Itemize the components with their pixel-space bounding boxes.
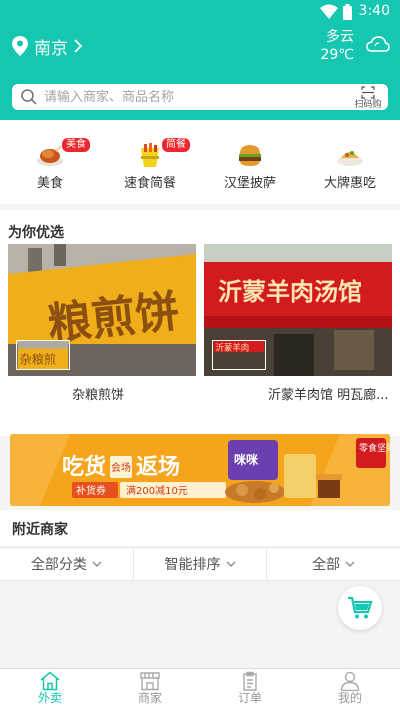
burger-icon: [239, 145, 261, 166]
order-clipboard-icon: [243, 671, 257, 691]
chevron-down-icon: [345, 561, 355, 567]
svg-text:杂粮煎: 杂粮煎: [20, 351, 56, 366]
banner-headline: 返场: [136, 455, 180, 480]
city-name: 南京: [34, 38, 68, 59]
fast-food-bag-icon: [141, 143, 159, 167]
shop-thumbnail: 杂粮煎: [16, 340, 70, 370]
banner-corner: 零食坚果: [359, 442, 390, 454]
chevron-down-icon: [226, 561, 235, 567]
search-bar[interactable]: 扫码购: [12, 84, 388, 110]
scan-label: 扫码购: [354, 100, 382, 110]
app-header: 南京 多云 29℃ 扫码购: [0, 24, 400, 120]
battery-icon: [343, 4, 352, 20]
category-brand-deals[interactable]: 大牌惠吃: [300, 120, 400, 204]
category-label: 大牌惠吃: [323, 176, 376, 191]
svg-text:沂蒙羊肉汤馆: 沂蒙羊肉汤馆: [218, 277, 362, 306]
shop-name: 杂粮煎饼: [72, 388, 125, 403]
filter-label: 全部: [312, 557, 341, 573]
wifi-icon: [320, 4, 338, 19]
filter-sort[interactable]: 智能排序: [134, 548, 268, 580]
weather-text: 多云: [326, 29, 354, 45]
tab-label: 外卖: [37, 691, 62, 705]
chevron-down-icon: [92, 561, 102, 567]
nearby-header: 附近商家: [0, 510, 400, 546]
search-input[interactable]: [44, 89, 348, 105]
home-icon: [40, 671, 60, 691]
scan-icon: [361, 86, 375, 99]
person-icon: [340, 671, 360, 691]
app-screen: 3:40 南京 多云 29℃ 扫码购: [0, 0, 400, 710]
chevron-right-icon: [74, 39, 83, 53]
recommend-card[interactable]: 粮煎饼 杂粮煎 杂粮煎饼: [8, 244, 196, 404]
category-label: 汉堡披萨: [223, 176, 276, 191]
scan-button[interactable]: 扫码购: [348, 84, 388, 110]
filter-bar: 全部分类 智能排序 全部: [0, 547, 400, 581]
coupon-text: 满200减10元: [126, 485, 188, 497]
coupon-tag: 补货券: [76, 484, 106, 497]
banner-headline: 会场: [111, 461, 131, 474]
temperature: 29℃: [320, 47, 354, 63]
filter-all[interactable]: 全部: [267, 548, 400, 580]
tab-label: 商家: [137, 691, 162, 705]
shopping-cart-icon: [348, 596, 373, 619]
dish-icon: [337, 151, 363, 166]
category-label: 美食: [36, 176, 63, 191]
cart-button[interactable]: [338, 586, 382, 630]
shop-thumbnail: 沂蒙羊肉: [212, 340, 266, 370]
recommend-card[interactable]: 沂蒙羊肉汤馆 沂蒙羊肉 沂蒙羊肉馆 明瓦廊...: [204, 244, 392, 404]
filter-label: 智能排序: [164, 557, 221, 573]
store-icon: [140, 672, 160, 691]
category-food[interactable]: 美食 美食: [0, 120, 100, 204]
filter-category[interactable]: 全部分类: [0, 548, 134, 580]
roast-chicken-icon: [37, 144, 63, 166]
bottom-tab-bar: 外卖 商家 订单 我的: [0, 668, 400, 710]
category-tag: 美食: [62, 138, 90, 152]
category-burger-pizza[interactable]: 汉堡披萨: [200, 120, 300, 204]
tab-mine[interactable]: 我的: [300, 669, 400, 710]
category-label: 速食简餐: [123, 176, 176, 191]
banner-headline: 吃货: [62, 454, 106, 480]
section-title: 为你优选: [8, 225, 64, 241]
tab-takeout[interactable]: 外卖: [0, 669, 100, 710]
tab-label: 订单: [237, 691, 262, 705]
location-pin-icon: [12, 36, 28, 56]
cloud-icon: [366, 36, 390, 52]
category-tag: 简餐: [162, 138, 190, 152]
tab-orders[interactable]: 订单: [200, 669, 300, 710]
status-bar: 3:40: [0, 0, 400, 24]
promo-banner[interactable]: 吃货 会场 返场 补货券 满200减10元 咪咪 零食坚果: [10, 434, 390, 506]
location-selector[interactable]: 南京: [12, 34, 83, 59]
category-fast-food[interactable]: 简餐 速食简餐: [100, 120, 200, 204]
shop-name: 沂蒙羊肉馆 明瓦廊...: [268, 388, 389, 403]
weather-info: 多云 29℃: [320, 28, 354, 64]
status-time: 3:40: [358, 3, 390, 19]
recommend-section: 为你优选 粮煎饼 杂粮煎 杂粮煎饼 沂蒙羊肉汤馆 沂蒙羊肉 沂蒙羊肉馆 明瓦廊.…: [0, 210, 400, 436]
section-title: 附近商家: [12, 522, 68, 538]
search-icon: [21, 89, 37, 105]
category-row: 美食 美食 简餐 速食简餐 汉堡披萨 大牌惠吃: [0, 120, 400, 204]
svg-text:沂蒙羊肉: 沂蒙羊肉: [216, 342, 250, 352]
tab-merchants[interactable]: 商家: [100, 669, 200, 710]
banner-brand: 咪咪: [234, 452, 259, 467]
tab-label: 我的: [337, 691, 362, 705]
filter-label: 全部分类: [30, 557, 87, 573]
